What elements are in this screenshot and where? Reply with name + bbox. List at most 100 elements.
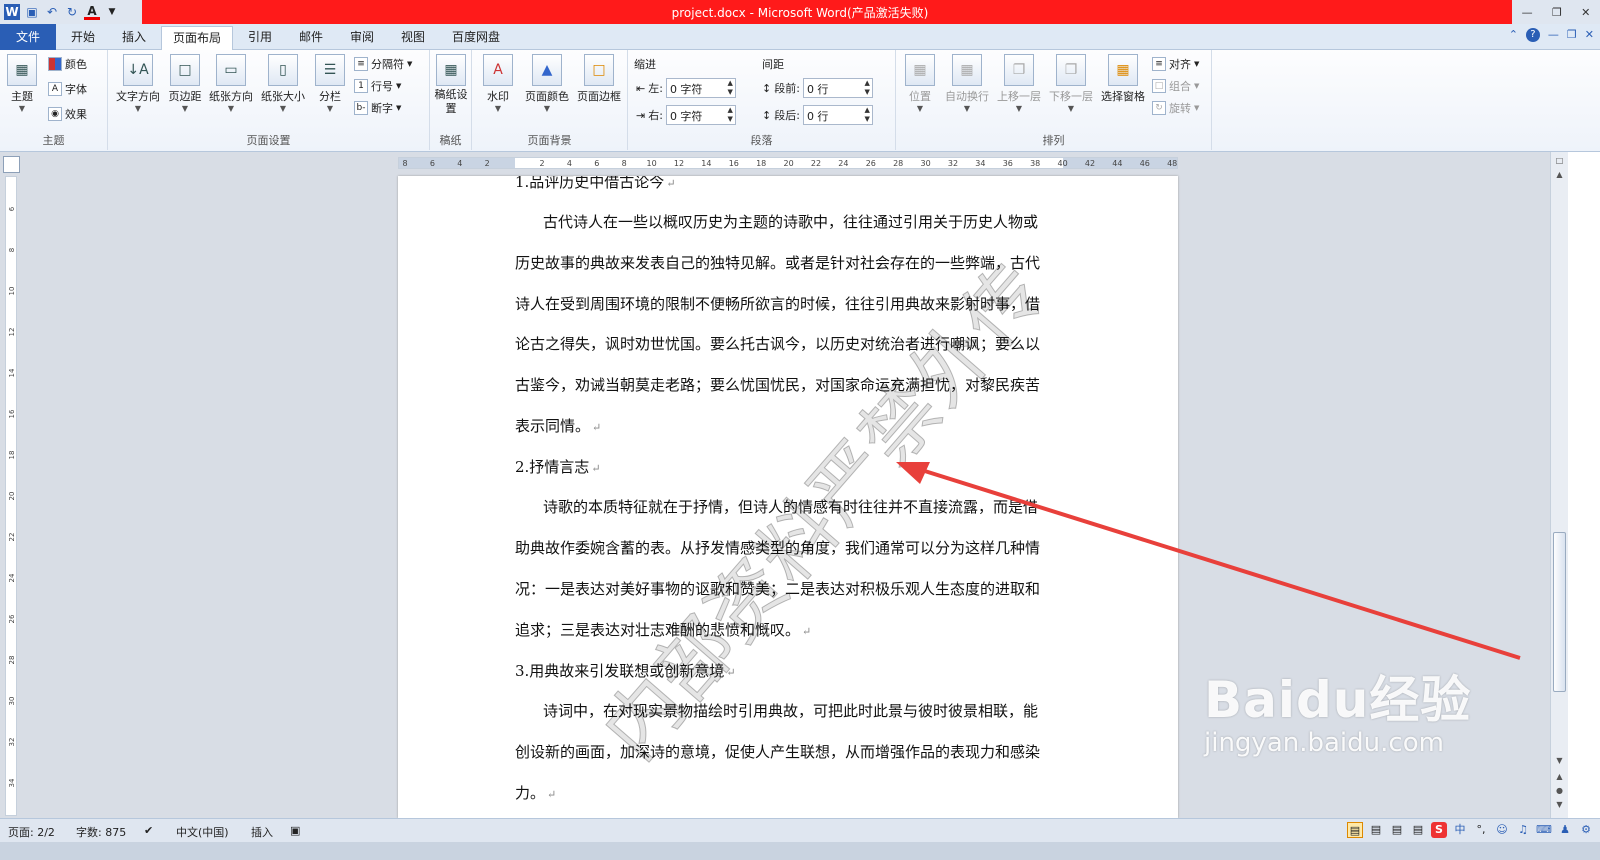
- tab-mailings[interactable]: 邮件: [287, 26, 335, 50]
- send-backward-button[interactable]: ❐ 下移一层 ▼: [1046, 54, 1096, 113]
- scroll-up-icon[interactable]: ▲: [1553, 170, 1566, 183]
- chevron-down-icon: ▼: [543, 104, 551, 113]
- close-icon[interactable]: ✕: [1581, 6, 1590, 19]
- web-layout-icon[interactable]: ▤: [1389, 822, 1405, 838]
- full-screen-reading-icon[interactable]: ▤: [1368, 822, 1384, 838]
- theme-fonts-button[interactable]: A 字体: [48, 81, 87, 97]
- chinese-mode-icon[interactable]: 中: [1452, 822, 1468, 838]
- help-icon[interactable]: ?: [1525, 28, 1540, 42]
- insert-mode-indicator[interactable]: 插入: [251, 824, 273, 840]
- print-layout-view-icon[interactable]: ▤: [1347, 822, 1363, 838]
- vertical-ruler[interactable]: 68101214161820222426283032343638: [5, 176, 17, 816]
- chevron-down-icon: ▼: [181, 104, 189, 113]
- send-backward-icon: ❐: [1056, 54, 1086, 86]
- heading-1: 1.品评历史中借古论今 ↵: [515, 176, 1060, 204]
- size-button[interactable]: ▯ 纸张大小 ▼: [258, 54, 308, 113]
- breaks-button[interactable]: ≡ 分隔符 ▼: [354, 56, 412, 72]
- doc-minimize-icon[interactable]: —: [1548, 28, 1559, 42]
- orientation-icon: ▭: [216, 54, 246, 86]
- selection-pane-label: 选择窗格: [1101, 90, 1145, 103]
- microphone-icon[interactable]: ♫: [1515, 822, 1531, 838]
- line-numbers-button[interactable]: 1 行号 ▼: [354, 78, 401, 94]
- outline-view-icon[interactable]: ▤: [1410, 822, 1426, 838]
- ruler-view-icon[interactable]: □: [1553, 156, 1566, 169]
- spacing-after-icon: ↕: [762, 108, 772, 122]
- tab-insert[interactable]: 插入: [110, 26, 158, 50]
- chevron-down-icon: ▼: [279, 104, 287, 113]
- word-count[interactable]: 字数: 875: [76, 824, 126, 840]
- document-page[interactable]: 1.品评历史中借古论今 ↵ 古代诗人在一些以概叹历史为主题的诗歌中，往往通过引用关…: [398, 176, 1178, 818]
- bring-forward-button[interactable]: ❐ 上移一层 ▼: [994, 54, 1044, 113]
- page-borders-button[interactable]: □ 页面边框: [574, 54, 624, 104]
- emoji-icon[interactable]: ☺: [1494, 822, 1510, 838]
- page-count[interactable]: 页面: 2/2: [8, 824, 55, 840]
- previous-page-icon[interactable]: ▲: [1553, 772, 1566, 785]
- minimize-ribbon-icon[interactable]: ⌃: [1509, 28, 1518, 42]
- vertical-ruler-tick-label: 22: [8, 532, 16, 542]
- minimize-icon[interactable]: —: [1522, 6, 1533, 19]
- spinner-arrows-icon[interactable]: ▲ ▼: [865, 79, 870, 97]
- macro-icon[interactable]: ▣: [290, 824, 300, 837]
- ruler-toggle-button[interactable]: [3, 156, 20, 173]
- page-color-button[interactable]: ▲ 页面颜色 ▼: [522, 54, 572, 113]
- language-indicator[interactable]: 中文(中国): [176, 824, 229, 840]
- paragraph-mark: ↵: [802, 625, 812, 638]
- align-button[interactable]: ≡ 对齐 ▼: [1152, 56, 1199, 72]
- keyboard-icon[interactable]: ⌨: [1536, 822, 1552, 838]
- scrollbar-thumb[interactable]: [1553, 532, 1566, 692]
- paragraph-mark: ↵: [547, 788, 557, 801]
- horizontal-ruler[interactable]: 8 6 4 2 2 4 6 8 10 12 14 16 18 20 22 24 26 28 30 32 34 36 38 40…: [398, 157, 1178, 169]
- vertical-scrollbar[interactable]: □ ▲ ▼ ▲ ● ▼: [1550, 152, 1568, 818]
- spacing-after-input[interactable]: 0 行 ▲ ▼: [802, 105, 873, 125]
- bring-forward-icon: ❐: [1004, 54, 1034, 86]
- text-direction-button[interactable]: ↓A 文字方向 ▼: [112, 54, 164, 113]
- punctuation-icon[interactable]: °,: [1473, 822, 1489, 838]
- tab-references[interactable]: 引用: [236, 26, 284, 50]
- user-icon[interactable]: ♟: [1557, 822, 1573, 838]
- ruler-tick-label: 26: [865, 159, 876, 168]
- spacing-after-spinner: ↕ 段后: 0 行 ▲ ▼: [762, 105, 873, 125]
- tab-page-layout[interactable]: 页面布局: [161, 26, 233, 51]
- sogou-ime-icon[interactable]: S: [1431, 822, 1447, 838]
- doc-close-icon[interactable]: ✕: [1585, 28, 1594, 42]
- indent-left-input[interactable]: 0 字符 ▲ ▼: [665, 78, 736, 98]
- rotate-button[interactable]: ↻ 旋转 ▼: [1152, 100, 1199, 116]
- selection-pane-button[interactable]: ▦ 选择窗格: [1098, 54, 1148, 104]
- scroll-down-icon[interactable]: ▼: [1553, 756, 1566, 769]
- ruler-tick-label: 46: [1139, 159, 1150, 168]
- para1-line1: 古代诗人在一些以概叹历史为主题的诗歌中，往往通过引用关于历史人物或: [543, 213, 1039, 231]
- tab-review[interactable]: 审阅: [338, 26, 386, 50]
- wrap-text-button[interactable]: ▦ 自动换行 ▼: [942, 54, 992, 113]
- chevron-down-icon: ▼: [1015, 104, 1023, 113]
- theme-colors-button[interactable]: 颜色: [48, 56, 87, 72]
- tab-file[interactable]: 文件: [0, 24, 56, 50]
- spinner-arrows-icon[interactable]: ▲ ▼: [865, 106, 870, 124]
- vertical-ruler-tick-label: 26: [8, 614, 16, 624]
- spinner-arrows-icon[interactable]: ▲ ▼: [728, 79, 733, 97]
- tab-view[interactable]: 视图: [389, 26, 437, 50]
- theme-effects-button[interactable]: ◉ 效果: [48, 106, 87, 122]
- group-paragraph: 缩进 间距 ⇤ 左: 0 字符 ▲ ▼ ⇥ 右: 0 字符 ▲ ▼ ↕ 段前: 0 行 ▲…: [628, 50, 896, 150]
- spacing-before-input[interactable]: 0 行 ▲ ▼: [802, 78, 873, 98]
- position-button[interactable]: ▦ 位置 ▼: [900, 54, 940, 113]
- taskbar-strip: [0, 842, 1600, 860]
- themes-button[interactable]: ▦ 主题 ▼: [4, 54, 40, 113]
- orientation-button[interactable]: ▭ 纸张方向 ▼: [206, 54, 256, 113]
- watermark-button[interactable]: A 水印 ▼: [478, 54, 518, 113]
- tab-home[interactable]: 开始: [58, 26, 108, 50]
- page-borders-label: 页面边框: [577, 90, 621, 103]
- tab-baidu-netdisk[interactable]: 百度网盘: [440, 26, 512, 50]
- hyphenation-button[interactable]: b- 断字 ▼: [354, 100, 401, 116]
- spinner-arrows-icon[interactable]: ▲ ▼: [728, 106, 733, 124]
- margins-button[interactable]: □ 页边距 ▼: [166, 54, 204, 113]
- browse-object-icon[interactable]: ●: [1553, 786, 1566, 799]
- indent-right-input[interactable]: 0 字符 ▲ ▼: [665, 105, 736, 125]
- group-objects-button[interactable]: □ 组合 ▼: [1152, 78, 1199, 94]
- proofing-icon[interactable]: ✔: [144, 824, 153, 837]
- manuscript-setup-button[interactable]: ▦ 稿纸设置: [434, 54, 468, 116]
- next-page-icon[interactable]: ▼: [1553, 800, 1566, 813]
- settings-icon[interactable]: ⚙: [1578, 822, 1594, 838]
- doc-restore-icon[interactable]: ❐: [1567, 28, 1577, 42]
- columns-button[interactable]: ☰ 分栏 ▼: [312, 54, 348, 113]
- restore-icon[interactable]: ❐: [1552, 6, 1562, 19]
